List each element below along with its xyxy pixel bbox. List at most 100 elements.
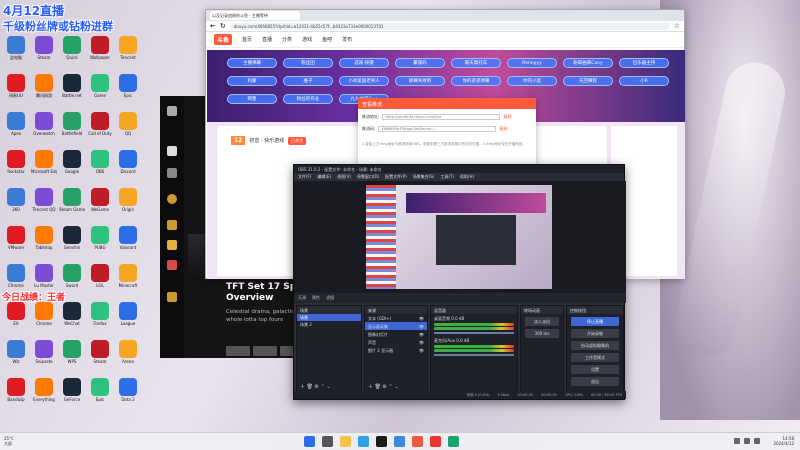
desktop-icon[interactable]: Battle.net xyxy=(60,74,84,98)
home-icon[interactable] xyxy=(167,146,177,156)
desktop-icon[interactable]: Lu Master xyxy=(32,264,56,288)
desktop-icon[interactable]: Apex xyxy=(4,112,28,136)
menu-edit[interactable]: 编辑(E) xyxy=(317,174,331,180)
banner-tag-button[interactable]: 主播弹幕 xyxy=(227,58,277,68)
banner-tag-button[interactable]: 出乐器主持 xyxy=(619,58,669,68)
desktop-icon[interactable]: Everything xyxy=(32,378,56,402)
volume-slider[interactable] xyxy=(434,354,514,356)
desktop-icon[interactable]: Google xyxy=(60,150,84,174)
menu-docks[interactable]: 停靠窗口(D) xyxy=(357,174,379,180)
banner-tag-button[interactable]: 你的弟弟弹幕 xyxy=(451,76,501,86)
menu-view[interactable]: 视图(V) xyxy=(337,174,351,180)
desktop-icon[interactable]: Snipaste xyxy=(32,340,56,364)
desktop-icon[interactable]: Dota 2 xyxy=(116,378,140,402)
app-icon[interactable] xyxy=(430,436,441,447)
properties-button[interactable]: 属性 xyxy=(312,295,320,301)
desktop-icon[interactable]: 网易UU xyxy=(4,74,28,98)
nav-item[interactable]: 分类 xyxy=(282,36,292,43)
banner-tag-button[interactable]: 粉丝的作业 xyxy=(283,94,333,104)
desktop-icon[interactable]: Minecraft xyxy=(116,264,140,288)
address-bar[interactable]: douyu.com/4666855?dyshid=a12431-4b55c57f… xyxy=(229,22,670,30)
start-record-button[interactable]: 开始录制 xyxy=(571,329,619,338)
edge-icon[interactable] xyxy=(358,436,369,447)
source-item[interactable]: 显示器采集 👁 xyxy=(365,322,427,330)
desktop-icon[interactable]: Quick xyxy=(60,36,84,60)
banner-tag-button[interactable]: 小R xyxy=(619,76,669,86)
desktop-icon[interactable]: League xyxy=(116,302,140,326)
desktop-icon[interactable]: OBS xyxy=(88,150,112,174)
thumbnail[interactable] xyxy=(226,346,250,356)
obs-icon[interactable] xyxy=(376,436,387,447)
desktop-icon[interactable]: Wallpaper xyxy=(88,36,112,60)
desktop-icon[interactable]: Firefox xyxy=(88,302,112,326)
banner-tag-button[interactable]: 聚观码 xyxy=(395,58,445,68)
lor-icon[interactable] xyxy=(167,240,177,250)
desktop-icon[interactable]: Chrome xyxy=(32,302,56,326)
scene-item[interactable]: 场景 xyxy=(297,314,361,321)
banner-tag-button[interactable]: 选观·按键 xyxy=(339,58,389,68)
desktop-icon[interactable]: EA xyxy=(4,302,28,326)
desktop-icon[interactable]: Overwatch xyxy=(32,112,56,136)
banner-tag-button[interactable]: 先回赛程 xyxy=(563,76,613,86)
clock[interactable]: 14:58 2024/4/12 xyxy=(773,436,794,446)
desktop-icon[interactable]: Valorant xyxy=(116,226,140,250)
menu-file[interactable]: 文件(F) xyxy=(298,174,311,180)
desktop-icon[interactable]: Epic xyxy=(116,74,140,98)
banner-tag-button[interactable]: 网鲁 xyxy=(227,94,277,104)
banner-tag-button[interactable]: 粉丝团 xyxy=(283,58,333,68)
lol-icon[interactable] xyxy=(167,220,177,230)
preview-canvas[interactable] xyxy=(366,185,552,289)
wechat-icon[interactable] xyxy=(448,436,459,447)
filters-button[interactable]: 滤镜 xyxy=(326,295,334,301)
source-item[interactable]: 文本 (GDI+) 👁 xyxy=(365,314,427,322)
desktop-icon[interactable]: Wiz xyxy=(4,340,28,364)
scene-item[interactable]: 场景 2 xyxy=(297,321,361,328)
desktop-icon[interactable]: Epic xyxy=(88,378,112,402)
valorant-icon[interactable] xyxy=(167,260,177,270)
add-scene-button[interactable]: ＋ 🗑 ⚙ ⌃ ⌄ xyxy=(300,383,331,390)
nav-item[interactable]: 首页 xyxy=(242,36,252,43)
desktop-icon[interactable]: LOL xyxy=(88,264,112,288)
banner-tag-button[interactable]: 粉碎曲库Cany xyxy=(563,58,613,68)
network-icon[interactable] xyxy=(734,438,740,444)
banner-tag-button[interactable]: 联赛失败吧 xyxy=(395,76,445,86)
weather-widget[interactable]: 25°C 大部 xyxy=(4,436,14,446)
desktop-icon[interactable]: Call of Duty xyxy=(88,112,112,136)
desktop-icon[interactable]: Bandizip xyxy=(4,378,28,402)
tft-icon[interactable] xyxy=(167,194,177,204)
browser-tab[interactable]: 以及记录战绩的斗鱼 · 主播等待 xyxy=(210,11,300,20)
desktop-icon[interactable]: QQ xyxy=(116,112,140,136)
desktop-icon[interactable]: PUBG xyxy=(88,226,112,250)
studio-mode-button[interactable]: 工作室模式 xyxy=(571,353,619,362)
settings-button[interactable]: 设置 xyxy=(571,365,619,374)
menu-profile[interactable]: 配置文件(P) xyxy=(385,174,407,180)
follow-button[interactable]: 已关注 xyxy=(288,136,307,145)
desktop-icon[interactable]: WeGame xyxy=(88,188,112,212)
reload-icon[interactable]: ↻ xyxy=(220,22,226,30)
banner-tag-button[interactable]: Rennyyy xyxy=(507,58,557,68)
source-item[interactable]: 图像幻灯片 👁 xyxy=(365,330,427,338)
menu-tools[interactable]: 工具(T) xyxy=(440,174,454,180)
volume-icon[interactable] xyxy=(744,438,750,444)
banner-tag-button[interactable]: 聊天摩托车 xyxy=(451,58,501,68)
banner-tag-button[interactable]: 维子 xyxy=(283,76,333,86)
desktop-icon[interactable]: Discord xyxy=(116,150,140,174)
battery-icon[interactable] xyxy=(754,438,760,444)
desktop-icon[interactable]: WeChat xyxy=(60,302,84,326)
douyu-logo[interactable]: 斗鱼 xyxy=(214,34,233,45)
menu-help[interactable]: 帮助(H) xyxy=(460,174,474,180)
source-item[interactable]: 声音 👁 xyxy=(365,338,427,346)
back-icon[interactable]: ← xyxy=(210,22,216,30)
stream-key-field[interactable]: 4666855rrFSttqpx?wsSecret=... xyxy=(378,126,497,132)
store-icon[interactable] xyxy=(167,168,177,178)
menu-scene-collection[interactable]: 场景集合(S) xyxy=(413,174,435,180)
copy-key-button[interactable]: 复制 xyxy=(499,126,507,132)
desktop-icon[interactable]: Steam Game xyxy=(59,188,85,212)
desktop-icon[interactable]: Tabletop xyxy=(32,226,56,250)
duration-field[interactable]: 300 ms xyxy=(525,329,559,338)
desktop-icon[interactable]: 腾讯网游 xyxy=(32,74,56,98)
desktop-icon[interactable]: 此电脑 xyxy=(4,36,28,60)
desktop-icon[interactable]: Sword xyxy=(60,264,84,288)
douyu-icon[interactable] xyxy=(412,436,423,447)
source-item[interactable]: 图片 2 显示器 👁 xyxy=(365,346,427,354)
